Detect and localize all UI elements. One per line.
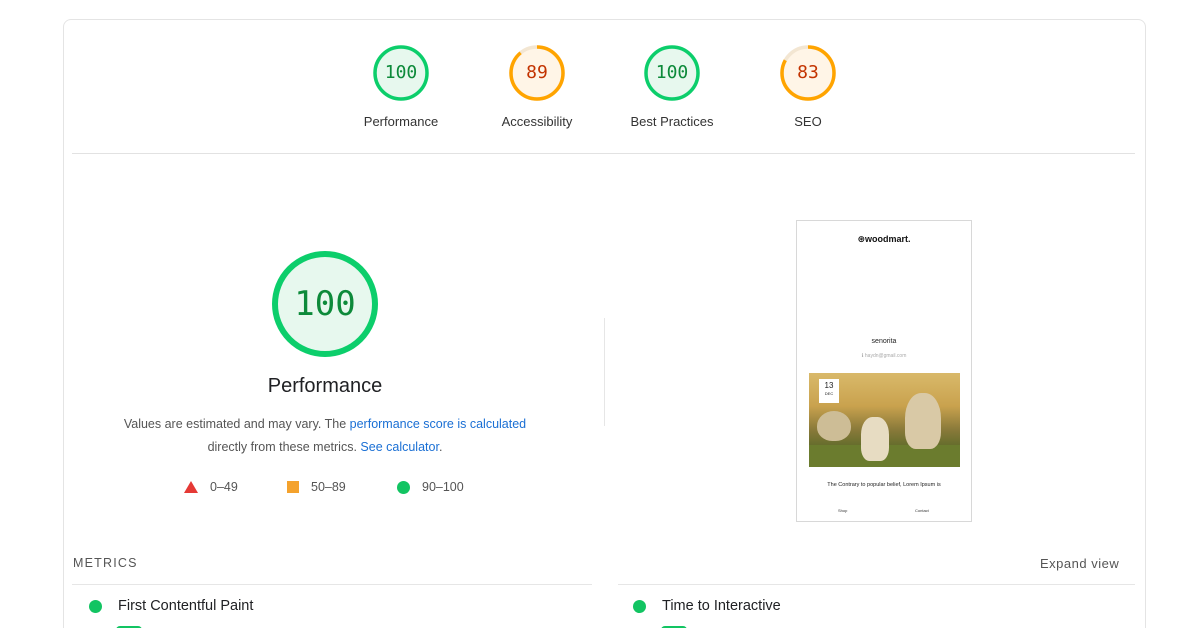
category-label: Best Practices — [630, 114, 714, 129]
category-best-practices[interactable]: 100 Best Practices — [607, 44, 737, 129]
sheep-shape — [817, 411, 851, 441]
metric-value-bar — [116, 620, 156, 628]
score-gauge: 100 — [643, 44, 701, 102]
circle-pass-icon — [633, 599, 646, 613]
vertical-separator — [604, 318, 605, 426]
description-text: Values are estimated and may vary. The — [123, 417, 350, 431]
date-badge: 13 DEC — [819, 379, 839, 403]
circle-pass-icon — [397, 480, 410, 494]
description-text: . — [438, 440, 443, 454]
circle-pass-icon — [89, 599, 102, 613]
description-text: directly from these metrics. — [207, 440, 361, 454]
metric-time-to-interactive: Time to Interactive — [633, 598, 781, 614]
legend-range: 50–89 — [311, 480, 346, 494]
legend-fail: 0–49 — [184, 480, 238, 494]
score-gauge: 89 — [508, 44, 566, 102]
performance-title: Performance — [267, 375, 383, 397]
performance-gauge: 100 — [270, 249, 380, 359]
score-gauge: 100 — [372, 44, 430, 102]
date-day: 13 — [824, 381, 834, 390]
score-value: 83 — [797, 62, 819, 83]
legend-range: 0–49 — [210, 480, 238, 494]
triangle-fail-icon — [184, 481, 198, 493]
performance-description: Values are estimated and may vary. The p… — [95, 413, 555, 459]
metric-value-bar — [661, 620, 701, 628]
screenshot-photo: 13 DEC — [809, 373, 960, 467]
legend-average: 50–89 — [287, 480, 346, 494]
lamb-shape — [905, 393, 941, 449]
metric-label: First Contentful Paint — [118, 598, 254, 614]
metric-label: Time to Interactive — [662, 598, 781, 614]
legend-pass: 90–100 — [397, 480, 464, 494]
see-calculator-link[interactable]: See calculator — [360, 440, 439, 454]
metrics-heading: METRICS — [73, 556, 138, 570]
square-average-icon — [287, 481, 299, 493]
screenshot-name: senorita — [871, 338, 897, 345]
metrics-divider — [72, 584, 592, 585]
score-gauge: 83 — [779, 44, 837, 102]
metrics-divider — [618, 584, 1135, 585]
footer-link: Contact — [915, 508, 929, 513]
date-month: DEC — [824, 391, 834, 396]
screenshot-email: ℹ haydn@gmail.com — [861, 353, 907, 359]
category-label: SEO — [794, 114, 822, 129]
lamb-shape — [861, 417, 889, 461]
score-value: 89 — [526, 62, 548, 83]
category-label: Performance — [363, 114, 439, 129]
category-seo[interactable]: 83 SEO — [743, 44, 873, 129]
category-performance[interactable]: 100 Performance — [336, 44, 466, 129]
score-value: 100 — [655, 62, 689, 83]
legend-range: 90–100 — [422, 480, 464, 494]
expand-view-button[interactable]: Expand view — [1040, 556, 1119, 571]
header-divider — [72, 153, 1135, 154]
score-value: 100 — [384, 62, 418, 83]
metric-first-contentful-paint: First Contentful Paint — [89, 598, 253, 614]
category-accessibility[interactable]: 89 Accessibility — [472, 44, 602, 129]
performance-score: 100 — [294, 284, 356, 324]
final-screenshot: ⊛woodmart. senorita ℹ haydn@gmail.com 13… — [796, 220, 972, 522]
screenshot-brand: ⊛woodmart. — [857, 234, 911, 244]
category-label: Accessibility — [501, 114, 573, 129]
screenshot-caption: The Contrary to popular belief, Lorem Ip… — [827, 482, 941, 488]
score-calculated-link[interactable]: performance score is calculated — [350, 417, 526, 431]
footer-link: Shop — [838, 508, 848, 513]
